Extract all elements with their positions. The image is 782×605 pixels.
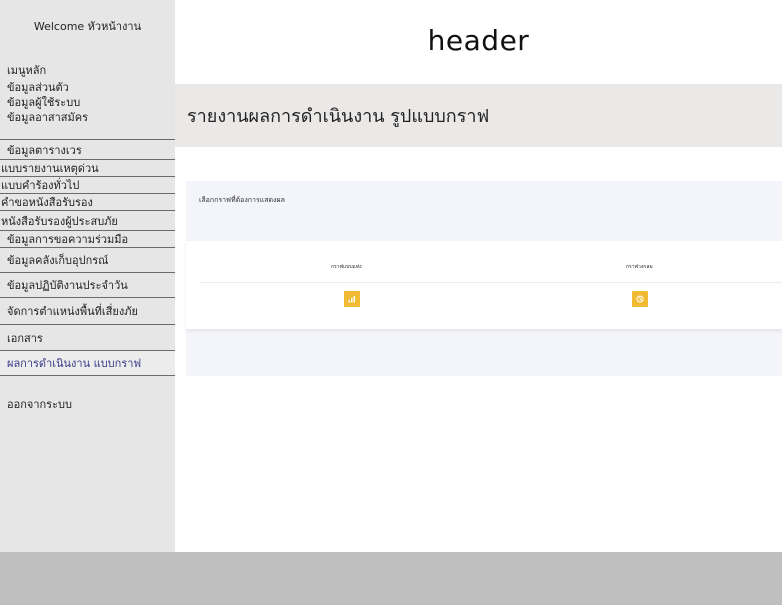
sidebar-item-daily-operations[interactable]: ข้อมูลปฏิบัติงานประจำวัน	[0, 272, 175, 297]
sidebar-item-label: ข้อมูลการขอความร่วมมือ	[7, 233, 129, 246]
bar-chart-label: กราฟแบบแท่ง	[331, 264, 362, 270]
page-title: รายงานผลการดำเนินงาน รูปแบบกราฟ	[187, 106, 490, 127]
bar-chart-icon	[348, 295, 356, 303]
sidebar-item-label: ข้อมูลตารางเวร	[7, 143, 82, 157]
header: header	[175, 0, 782, 84]
sidebar-item-shift-schedule[interactable]: ข้อมูลตารางเวร	[0, 139, 175, 159]
sidebar-item-home[interactable]: เมนูหลัก	[7, 63, 175, 78]
sidebar-item-certificate-request[interactable]: คำขอหนังสือรับรอง	[0, 193, 175, 210]
welcome-text: Welcome หัวหน้างาน	[33, 20, 142, 33]
page-title-bar: รายงานผลการดำเนินงาน รูปแบบกราฟ	[175, 84, 782, 147]
sidebar-item-label: เอกสาร	[7, 331, 43, 345]
options-divider	[200, 282, 782, 283]
sidebar-item-graph-report[interactable]: ผลการดำเนินงาน แบบกราฟ	[0, 350, 175, 376]
chart-selection-panel: เลือกกราฟที่ต้องการแสดงผล กราฟแบบแท่ง กร…	[186, 181, 782, 376]
sidebar-item-general-request[interactable]: แบบคำร้องทั่วไป	[0, 176, 175, 193]
sidebar-item-label: จัดการตำแหน่งพื้นที่เสี่ยงภัย	[7, 305, 138, 318]
pie-chart-icon	[636, 295, 644, 303]
panel-header: เลือกกราฟที่ต้องการแสดงผล	[186, 181, 782, 241]
sidebar-top-menu: เมนูหลัก ข้อมูลส่วนตัว ข้อมูลผู้ใช้ระบบ …	[7, 63, 175, 125]
sidebar-item-label: ข้อมูลคลังเก็บอุปกรณ์	[7, 254, 109, 267]
bar-chart-button[interactable]	[344, 291, 360, 307]
sidebar-item-risk-areas[interactable]: จัดการตำแหน่งพื้นที่เสี่ยงภัย	[0, 297, 175, 324]
sidebar-item-volunteers[interactable]: ข้อมูลอาสาสมัคร	[7, 110, 175, 125]
sidebar-item-users[interactable]: ข้อมูลผู้ใช้ระบบ	[7, 95, 175, 110]
pie-chart-button[interactable]	[632, 291, 648, 307]
pie-chart-label: กราฟวงกลม	[626, 264, 653, 270]
sidebar-item-victim-certificate[interactable]: หนังสือรับรองผู้ประสบภัย	[0, 210, 175, 230]
sidebar: Welcome หัวหน้างาน เมนูหลัก ข้อมูลส่วนตั…	[0, 0, 175, 552]
sidebar-item-cooperation[interactable]: ข้อมูลการขอความร่วมมือ	[0, 230, 175, 247]
sidebar-menu-list: ข้อมูลตารางเวร แบบรายงานเหตุด่วน แบบคำร้…	[0, 139, 175, 376]
sidebar-item-label: คำขอหนังสือรับรอง	[1, 196, 93, 209]
sidebar-item-logout[interactable]: ออกจากระบบ	[7, 395, 72, 413]
sidebar-item-emergency-report[interactable]: แบบรายงานเหตุด่วน	[0, 159, 175, 176]
sidebar-item-label: ผลการดำเนินงาน แบบกราฟ	[7, 357, 142, 370]
sidebar-item-equipment[interactable]: ข้อมูลคลังเก็บอุปกรณ์	[0, 247, 175, 272]
sidebar-item-label: แบบคำร้องทั่วไป	[1, 179, 80, 192]
header-title: header	[427, 23, 530, 57]
chart-options: กราฟแบบแท่ง กราฟวงกลม	[186, 241, 782, 329]
sidebar-item-label: แบบรายงานเหตุด่วน	[1, 162, 99, 175]
sidebar-item-label: หนังสือรับรองผู้ประสบภัย	[1, 214, 118, 228]
sidebar-item-profile[interactable]: ข้อมูลส่วนตัว	[7, 80, 175, 95]
sidebar-item-documents[interactable]: เอกสาร	[0, 324, 175, 350]
panel-heading: เลือกกราฟที่ต้องการแสดงผล	[199, 196, 285, 204]
sidebar-item-label: ข้อมูลปฏิบัติงานประจำวัน	[7, 279, 128, 292]
footer	[0, 552, 782, 605]
